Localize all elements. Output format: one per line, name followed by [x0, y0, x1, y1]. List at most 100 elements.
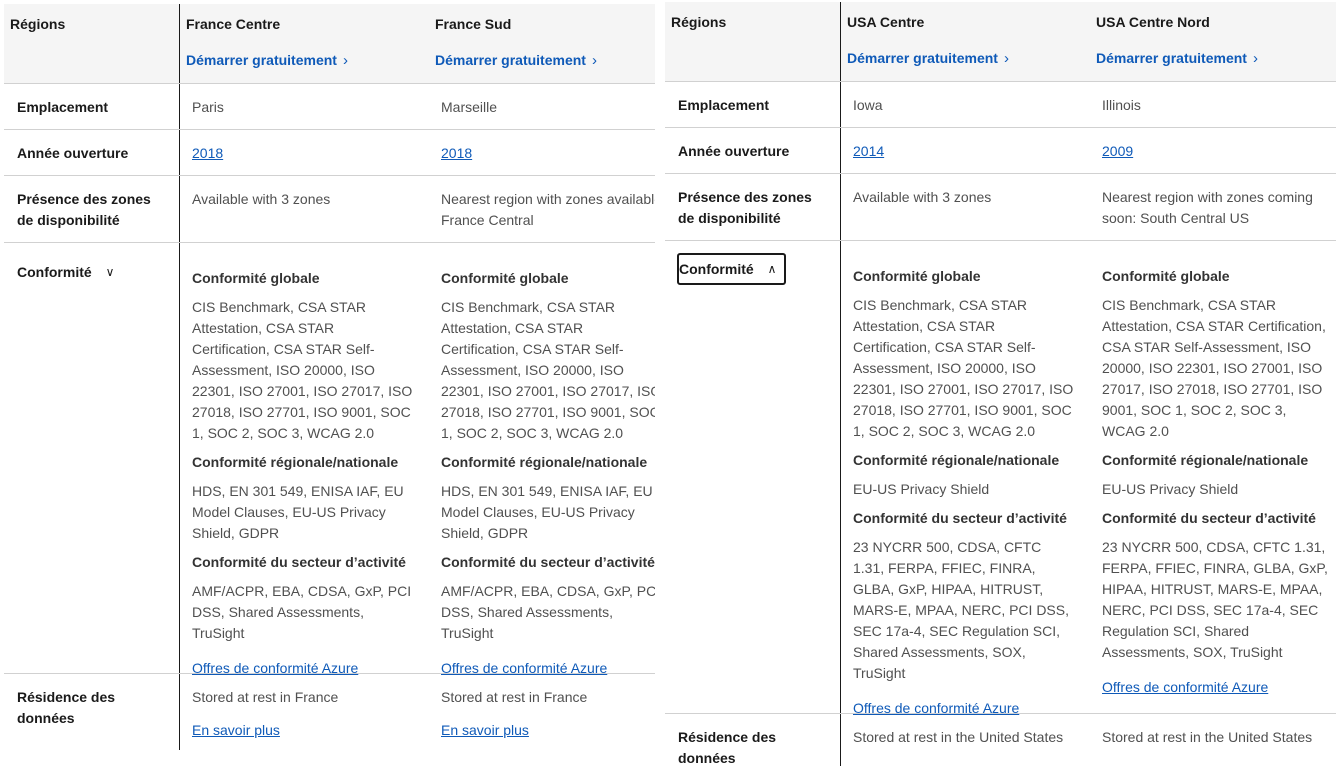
az-value: Available with 3 zones	[192, 191, 331, 207]
row-label-col: Conformité ∧	[665, 241, 841, 713]
regional-compliance-heading: Conformité régionale/nationale	[441, 454, 648, 470]
data-residency-row: Résidence des données Stored at rest in …	[4, 674, 655, 750]
data-residency-row: Résidence des données Stored at rest in …	[665, 714, 1336, 766]
location-value: Illinois	[1102, 97, 1141, 113]
global-compliance-text: CIS Benchmark, CSA STAR Attestation, CSA…	[1102, 297, 1326, 439]
row-label: Emplacement	[17, 99, 109, 115]
region-name: France Sud	[435, 16, 512, 32]
year-link[interactable]: 2009	[1102, 143, 1133, 159]
regions-label: Régions	[10, 16, 66, 32]
year-row: Année ouverture 2014 2009	[665, 128, 1336, 174]
regional-compliance-text: EU-US Privacy Shield	[1102, 481, 1239, 497]
row-label-col: Emplacement	[4, 84, 180, 129]
row-label-col: Année ouverture	[4, 130, 180, 175]
start-free-label: Démarrer gratuitement	[847, 50, 998, 66]
year-link[interactable]: 2018	[192, 145, 223, 161]
row-label: Présence des zones de disponibilité	[17, 191, 151, 228]
row-label: Conformité	[17, 264, 92, 280]
row-label: Année ouverture	[678, 143, 790, 159]
global-compliance-text: CIS Benchmark, CSA STAR Attestation, CSA…	[192, 299, 413, 441]
start-free-button[interactable]: Démarrer gratuitement ›	[186, 52, 348, 69]
residency-value: Stored at rest in the United States	[853, 729, 1064, 745]
start-free-label: Démarrer gratuitement	[1096, 50, 1247, 66]
row-label-col: Résidence des données	[665, 714, 841, 766]
regions-label: Régions	[671, 14, 727, 30]
regional-compliance-text: EU-US Privacy Shield	[853, 481, 990, 497]
table-header-row: Régions USA Centre Démarrer gratuitement…	[665, 2, 1336, 82]
row-label-col: Résidence des données	[4, 674, 180, 750]
year-link[interactable]: 2018	[441, 145, 472, 161]
compliance-offers-link[interactable]: Offres de conformité Azure	[1102, 679, 1268, 695]
year-link[interactable]: 2014	[853, 143, 884, 159]
az-value: Available with 3 zones	[853, 189, 992, 205]
industry-compliance-text: AMF/ACPR, EBA, CDSA, GxP, PCI DSS, Share…	[441, 583, 655, 641]
chevron-right-icon: ›	[1003, 50, 1009, 67]
regional-compliance-text: HDS, EN 301 549, ENISA IAF, EU Model Cla…	[441, 483, 653, 541]
residency-cell: Stored at rest in France En savoir plus	[192, 687, 338, 741]
residency-value: Stored at rest in France	[192, 689, 339, 705]
row-label-col: Emplacement	[665, 82, 841, 127]
region-comparison-table-left: Régions France Centre Démarrer gratuitem…	[4, 4, 655, 750]
region-name: France Centre	[186, 16, 281, 32]
row-label: Emplacement	[678, 97, 770, 113]
location-value: Marseille	[441, 99, 498, 115]
az-value: Nearest region with zones available: Fra…	[441, 191, 655, 228]
header-label-col: Régions	[665, 2, 841, 81]
regional-compliance-heading: Conformité régionale/nationale	[853, 452, 1060, 468]
row-label-col: Conformité ∨	[4, 243, 180, 673]
industry-compliance-heading: Conformité du secteur d’activité	[1102, 510, 1316, 526]
compliance-cell: Conformité globale CIS Benchmark, CSA ST…	[1102, 266, 1328, 698]
table-header-row: Régions France Centre Démarrer gratuitem…	[4, 4, 655, 84]
chevron-up-icon: ∧	[767, 262, 777, 276]
industry-compliance-text: AMF/ACPR, EBA, CDSA, GxP, PCI DSS, Share…	[192, 583, 412, 641]
global-compliance-text: CIS Benchmark, CSA STAR Attestation, CSA…	[853, 297, 1074, 439]
chevron-down-icon: ∨	[105, 265, 115, 279]
start-free-button[interactable]: Démarrer gratuitement ›	[435, 52, 597, 69]
compliance-cell: Conformité globale CIS Benchmark, CSA ST…	[192, 268, 414, 679]
learn-more-link[interactable]: En savoir plus	[441, 722, 529, 738]
global-compliance-text: CIS Benchmark, CSA STAR Attestation, CSA…	[441, 299, 655, 441]
location-value: Iowa	[853, 97, 883, 113]
residency-value: Stored at rest in the United States	[1102, 729, 1313, 745]
global-compliance-heading: Conformité globale	[1102, 268, 1230, 284]
learn-more-link[interactable]: En savoir plus	[192, 722, 280, 738]
compliance-row: Conformité ∧ Conformité globale CIS Benc…	[665, 241, 1336, 716]
start-free-button[interactable]: Démarrer gratuitement ›	[847, 50, 1009, 67]
availability-zones-row: Présence des zones de disponibilité Avai…	[4, 176, 655, 243]
compliance-cell: Conformité globale CIS Benchmark, CSA ST…	[853, 266, 1075, 719]
region-name: USA Centre	[847, 14, 925, 30]
start-free-label: Démarrer gratuitement	[186, 52, 337, 68]
region-column-header: France Sud Démarrer gratuitement ›	[435, 14, 655, 71]
start-free-button[interactable]: Démarrer gratuitement ›	[1096, 50, 1258, 67]
row-label-col: Année ouverture	[665, 128, 841, 173]
row-label-col: Présence des zones de disponibilité	[4, 176, 180, 242]
region-column-header: USA Centre Nord Démarrer gratuitement ›	[1096, 12, 1336, 69]
region-column-header: France Centre Démarrer gratuitement ›	[186, 14, 426, 71]
region-column-header: USA Centre Démarrer gratuitement ›	[847, 12, 1087, 69]
az-value: Nearest region with zones coming soon: S…	[1102, 189, 1313, 226]
compliance-cell: Conformité globale CIS Benchmark, CSA ST…	[441, 268, 655, 679]
regional-compliance-text: HDS, EN 301 549, ENISA IAF, EU Model Cla…	[192, 483, 404, 541]
global-compliance-heading: Conformité globale	[853, 268, 981, 284]
region-name: USA Centre Nord	[1096, 14, 1210, 30]
start-free-label: Démarrer gratuitement	[435, 52, 586, 68]
compliance-toggle[interactable]: Conformité ∨	[17, 264, 114, 280]
row-label: Année ouverture	[17, 145, 129, 161]
compliance-toggle[interactable]: Conformité ∧	[677, 253, 787, 285]
header-label-col: Régions	[4, 4, 180, 83]
industry-compliance-text: 23 NYCRR 500, CDSA, CFTC 1.31, FERPA, FF…	[1102, 539, 1328, 660]
industry-compliance-text: 23 NYCRR 500, CDSA, CFTC 1.31, FERPA, FF…	[853, 539, 1069, 681]
chevron-right-icon: ›	[591, 52, 597, 69]
global-compliance-heading: Conformité globale	[441, 270, 569, 286]
compliance-row: Conformité ∨ Conformité globale CIS Benc…	[4, 243, 655, 676]
location-value: Paris	[192, 99, 224, 115]
industry-compliance-heading: Conformité du secteur d’activité	[192, 554, 406, 570]
industry-compliance-heading: Conformité du secteur d’activité	[441, 554, 655, 570]
region-comparison-table-right: Régions USA Centre Démarrer gratuitement…	[665, 2, 1336, 766]
location-row: Emplacement Iowa Illinois	[665, 82, 1336, 128]
location-row: Emplacement Paris Marseille	[4, 84, 655, 130]
regional-compliance-heading: Conformité régionale/nationale	[1102, 452, 1309, 468]
row-label-col: Présence des zones de disponibilité	[665, 174, 841, 240]
row-label: Résidence des données	[17, 689, 116, 726]
regional-compliance-heading: Conformité régionale/nationale	[192, 454, 399, 470]
